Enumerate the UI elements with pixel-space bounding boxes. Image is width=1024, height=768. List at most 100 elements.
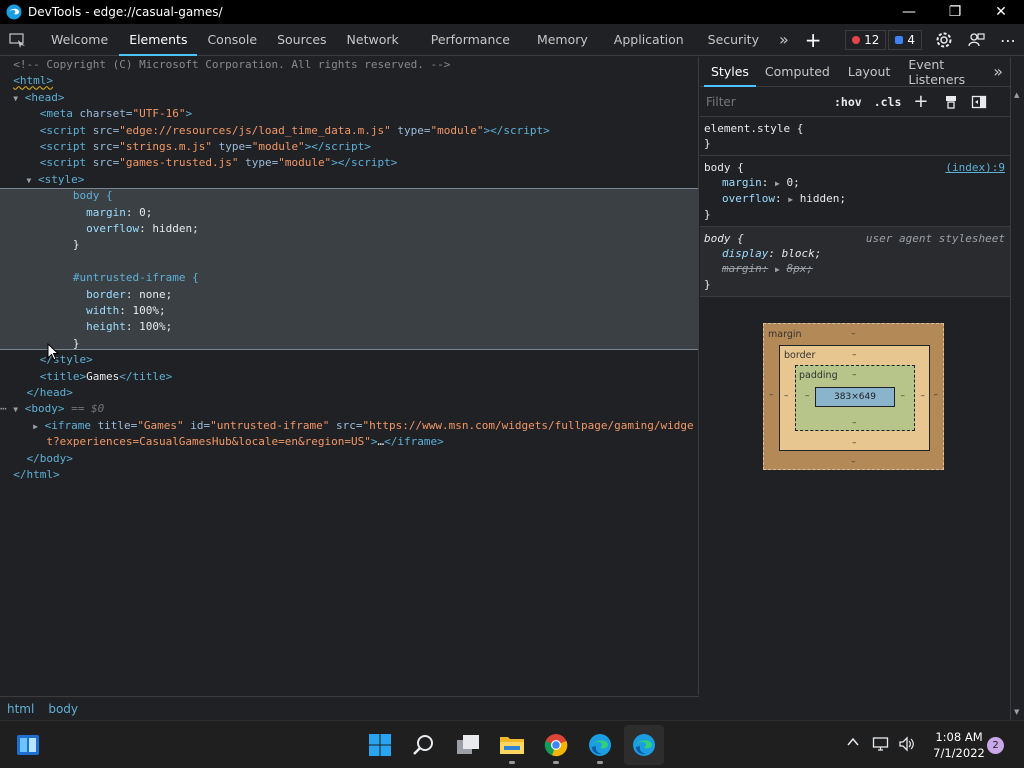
- start-windows-icon[interactable]: [360, 725, 400, 765]
- tab-styles[interactable]: Styles: [704, 57, 756, 87]
- inspect-device-icon[interactable]: [0, 24, 36, 56]
- styles-tabs: Styles Computed Layout Event Listeners »: [700, 57, 1010, 87]
- errors-count: 12: [864, 33, 880, 47]
- dom-body-open[interactable]: ⋯ ▼ <body> == $0: [0, 401, 698, 417]
- tab-layout[interactable]: Layout: [839, 57, 900, 87]
- tab-elements[interactable]: Elements: [119, 24, 198, 56]
- rule-selector: element.style {: [704, 122, 804, 135]
- rule-source-link[interactable]: (index):9: [945, 160, 1005, 175]
- rule-close: }: [704, 208, 711, 221]
- widgets-icon[interactable]: [8, 725, 48, 765]
- feedback-icon[interactable]: [960, 24, 992, 56]
- scroll-up-icon[interactable]: ▲: [1014, 91, 1019, 99]
- breadcrumb: html body: [0, 696, 699, 720]
- tab-performance[interactable]: Performance: [409, 24, 523, 56]
- dom-style-open[interactable]: ▼ <style>: [0, 172, 698, 188]
- user-agent-style-rule[interactable]: body { user agent stylesheet display: bl…: [700, 227, 1010, 297]
- dom-iframe-cont[interactable]: t?experiences=CasualGamesHub&locale=en&r…: [0, 434, 698, 450]
- edge-logo-icon: [6, 4, 22, 20]
- css-text-line: margin: 0;: [86, 205, 153, 219]
- more-options-icon[interactable]: ⋯: [992, 24, 1024, 56]
- css-declaration[interactable]: margin: ▶ 0;: [704, 175, 1006, 191]
- css-declaration[interactable]: overflow: ▶ hidden;: [704, 191, 1006, 207]
- dom-html-close[interactable]: </html>: [0, 467, 698, 483]
- tab-event-listeners[interactable]: Event Listeners: [899, 57, 986, 87]
- tab-sources[interactable]: Sources: [267, 24, 336, 56]
- task-view-icon[interactable]: [448, 725, 488, 765]
- scroll-down-icon[interactable]: ▼: [1014, 708, 1019, 716]
- error-icon: [852, 36, 861, 44]
- tab-memory[interactable]: Memory: [523, 24, 602, 56]
- styles-scrollbar[interactable]: ▲ ▼: [1010, 57, 1024, 720]
- cls-toggle[interactable]: .cls: [868, 95, 908, 109]
- dom-iframe[interactable]: ▶ <iframe title="Games" id="untrusted-if…: [0, 418, 698, 434]
- errors-badge[interactable]: 12: [845, 30, 887, 50]
- tab-welcome[interactable]: Welcome: [40, 24, 119, 56]
- more-panes-button[interactable]: »: [986, 57, 1010, 87]
- issues-badge[interactable]: 4: [888, 30, 922, 50]
- box-model-content[interactable]: 383×649: [815, 387, 895, 407]
- notification-badge[interactable]: 2: [987, 737, 1004, 754]
- dom-html-open[interactable]: <html>: [0, 73, 698, 89]
- dom-script[interactable]: <script src="edge://resources/js/load_ti…: [0, 123, 698, 139]
- rule-close: }: [704, 137, 711, 150]
- tab-application[interactable]: Application: [602, 24, 696, 56]
- margin-label: margin: [768, 329, 802, 340]
- css-text-line: body {: [72, 189, 113, 203]
- dom-head-close[interactable]: </head>: [0, 385, 698, 401]
- dom-body-close[interactable]: </body>: [0, 451, 698, 467]
- rendering-emulation-icon[interactable]: [943, 94, 959, 110]
- window-title: DevTools - edge://casual-games/: [28, 5, 223, 19]
- css-text-line: border: none;: [86, 287, 173, 301]
- tab-network[interactable]: Network: [337, 24, 409, 56]
- hov-toggle[interactable]: :hov: [828, 95, 868, 109]
- css-text-line: width: 100%;: [86, 304, 166, 317]
- network-icon[interactable]: [872, 736, 890, 755]
- filter-bar: :hov .cls +: [700, 87, 1010, 117]
- file-explorer-icon[interactable]: [492, 725, 532, 765]
- dom-head-open[interactable]: ▼ <head>: [0, 90, 698, 106]
- rule-close: }: [704, 278, 711, 291]
- dom-meta[interactable]: <meta charset="UTF-16">: [0, 106, 698, 122]
- system-clock[interactable]: 1:08 AM 7/1/2022: [924, 729, 994, 761]
- elements-panel: <!-- Copyright (C) Microsoft Corporation…: [0, 57, 699, 695]
- close-button[interactable]: ✕: [978, 0, 1024, 24]
- element-style-rule[interactable]: element.style { }: [700, 117, 1010, 156]
- toggle-sidebar-icon[interactable]: [971, 94, 987, 110]
- dom-script[interactable]: <script src="games-trusted.js" type="mod…: [0, 155, 698, 171]
- css-text-line: }: [72, 238, 80, 252]
- box-model-padding: padding – – – – 383×649: [795, 365, 915, 431]
- more-tabs-button[interactable]: »: [771, 24, 797, 56]
- minimize-button[interactable]: —: [886, 0, 932, 24]
- search-icon[interactable]: [404, 725, 444, 765]
- issue-icon: [895, 36, 904, 44]
- devtools-toolbar: Welcome Elements Console Sources Network…: [0, 24, 1024, 56]
- body-style-rule[interactable]: body { (index):9 margin: ▶ 0; overflow: …: [700, 156, 1010, 227]
- dom-style-close[interactable]: </style>: [0, 352, 698, 368]
- css-text-line: }: [72, 336, 80, 350]
- styles-filter-input[interactable]: [706, 94, 826, 109]
- dom-script[interactable]: <script src="strings.m.js" type="module"…: [0, 139, 698, 155]
- dom-title[interactable]: <title>Games</title>: [0, 369, 698, 385]
- chrome-icon[interactable]: [536, 725, 576, 765]
- box-model-border: border – – – – padding – – – – 383×649: [779, 345, 930, 451]
- show-hidden-icons-chevron-icon[interactable]: [846, 735, 862, 755]
- tab-computed[interactable]: Computed: [756, 57, 839, 87]
- tab-console[interactable]: Console: [197, 24, 267, 56]
- new-style-rule-icon[interactable]: +: [907, 91, 934, 112]
- title-bar: DevTools - edge://casual-games/ — ❐ ✕: [0, 0, 1024, 24]
- edge-devtools-icon[interactable]: [624, 725, 664, 765]
- edge-icon[interactable]: [580, 725, 620, 765]
- css-text-line: #untrusted-iframe {: [72, 271, 199, 285]
- css-declaration: display: block;: [722, 247, 822, 260]
- restore-button[interactable]: ❐: [932, 0, 978, 24]
- settings-gear-icon[interactable]: [928, 24, 960, 56]
- volume-icon[interactable]: [898, 736, 916, 755]
- add-tab-button[interactable]: +: [797, 24, 830, 56]
- styles-pane: Styles Computed Layout Event Listeners »…: [700, 57, 1010, 720]
- dom-comment[interactable]: <!-- Copyright (C) Microsoft Corporation…: [0, 57, 698, 73]
- breadcrumb-body[interactable]: body: [41, 702, 85, 716]
- mouse-cursor-icon: [47, 343, 59, 361]
- tab-security[interactable]: Security: [696, 24, 771, 56]
- breadcrumb-html[interactable]: html: [0, 702, 41, 716]
